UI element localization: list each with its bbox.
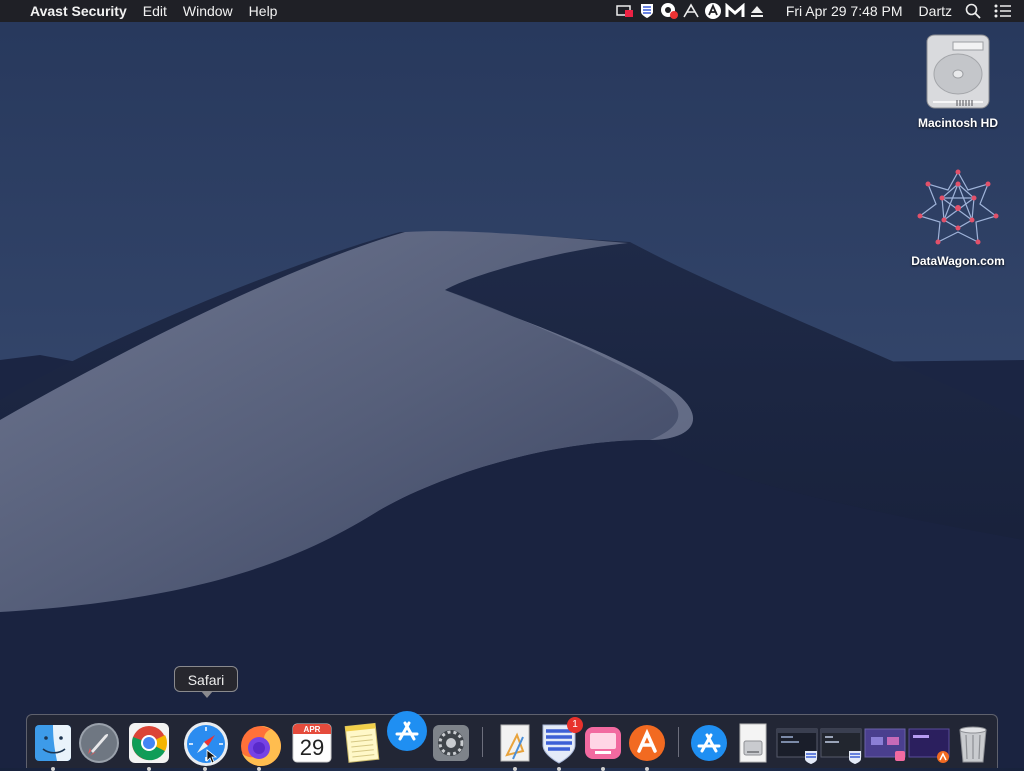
status-area: Fri Apr 29 7:48 PM Dartz <box>614 0 1024 22</box>
firefox-icon <box>241 726 281 766</box>
dock-avast-security[interactable]: 1 <box>537 717 583 771</box>
dock-google-chrome[interactable] <box>127 721 171 771</box>
app-store-icon <box>387 711 427 751</box>
desktop-icon-label: DataWagon.com <box>911 254 1005 268</box>
desktop-icon-label: Macintosh HD <box>917 116 998 130</box>
desktop-icon-datawagon[interactable]: DataWagon.com <box>898 168 1018 268</box>
menu-bar: Avast Security Edit Window Help Fri Apr … <box>0 0 1024 22</box>
window-thumbnail-icon <box>776 728 818 764</box>
compass-icon <box>184 722 228 766</box>
display-mirroring-icon[interactable] <box>614 0 636 22</box>
menu-edit[interactable]: Edit <box>135 0 175 22</box>
dock-separator <box>482 727 483 757</box>
dock: APR 29 1 <box>26 711 998 771</box>
dock-window-4[interactable] <box>907 721 951 765</box>
avast-shield-icon[interactable] <box>636 0 658 22</box>
window-thumbnail-icon <box>864 728 906 761</box>
dock-xcode-preview[interactable] <box>493 721 537 771</box>
dock-cleanmymac[interactable] <box>581 721 625 771</box>
dock-system-preferences[interactable] <box>429 721 473 765</box>
app-store-icon <box>691 725 727 761</box>
app-menu[interactable]: Avast Security <box>24 0 135 22</box>
dock-window-1[interactable] <box>775 721 819 765</box>
calendar-day: 29 <box>299 735 325 760</box>
finder-icon <box>35 725 71 761</box>
avast-icon <box>629 725 665 761</box>
dock-separator <box>678 727 679 757</box>
notification-center-icon[interactable] <box>992 0 1014 22</box>
dock-firefox[interactable] <box>237 721 281 771</box>
app-status-icon[interactable] <box>680 0 702 22</box>
dock-finder[interactable] <box>31 721 75 771</box>
datawagon-logo-icon <box>917 169 999 245</box>
search-icon[interactable] <box>962 0 984 22</box>
desktop-icon-macintosh-hd[interactable]: Macintosh HD <box>898 32 1018 130</box>
gear-icon <box>433 725 469 761</box>
clock[interactable]: Fri Apr 29 7:48 PM <box>778 0 911 22</box>
hard-drive-icon <box>926 34 990 109</box>
dock-app-store-downloads[interactable] <box>687 721 731 765</box>
eject-icon[interactable] <box>746 0 768 22</box>
notes-icon <box>344 722 380 763</box>
document-preview-icon <box>500 724 530 762</box>
malwarebytes-icon[interactable] <box>724 0 746 22</box>
dock-safari[interactable] <box>183 721 228 771</box>
trash-icon <box>959 726 987 763</box>
desktop-wallpaper <box>0 0 1024 768</box>
dock-calendar[interactable]: APR 29 <box>291 721 335 765</box>
menu-window[interactable]: Window <box>175 0 241 22</box>
screen-record-icon[interactable] <box>658 0 680 22</box>
dock-notes[interactable] <box>339 721 383 765</box>
menu-help[interactable]: Help <box>241 0 286 22</box>
window-thumbnail-icon <box>820 728 862 764</box>
disk-image-icon <box>739 723 767 763</box>
dock-tooltip: Safari <box>174 666 238 698</box>
dock-window-2[interactable] <box>819 721 863 765</box>
calendar-month: APR <box>303 725 321 734</box>
dock-avast-passwords[interactable] <box>625 721 669 771</box>
user-menu[interactable]: Dartz <box>911 0 960 22</box>
dock-window-3[interactable] <box>863 721 907 765</box>
apple-menu-icon[interactable] <box>0 0 24 22</box>
window-thumbnail-icon <box>908 728 950 763</box>
dock-app-store[interactable] <box>385 709 429 753</box>
avast-icon[interactable] <box>702 0 724 22</box>
dock-launchpad[interactable] <box>77 721 121 765</box>
chrome-icon <box>129 723 169 763</box>
computer-icon <box>585 727 621 759</box>
dock-disk-image[interactable] <box>731 721 775 765</box>
dock-trash[interactable] <box>951 721 995 765</box>
rocket-icon <box>79 723 119 763</box>
